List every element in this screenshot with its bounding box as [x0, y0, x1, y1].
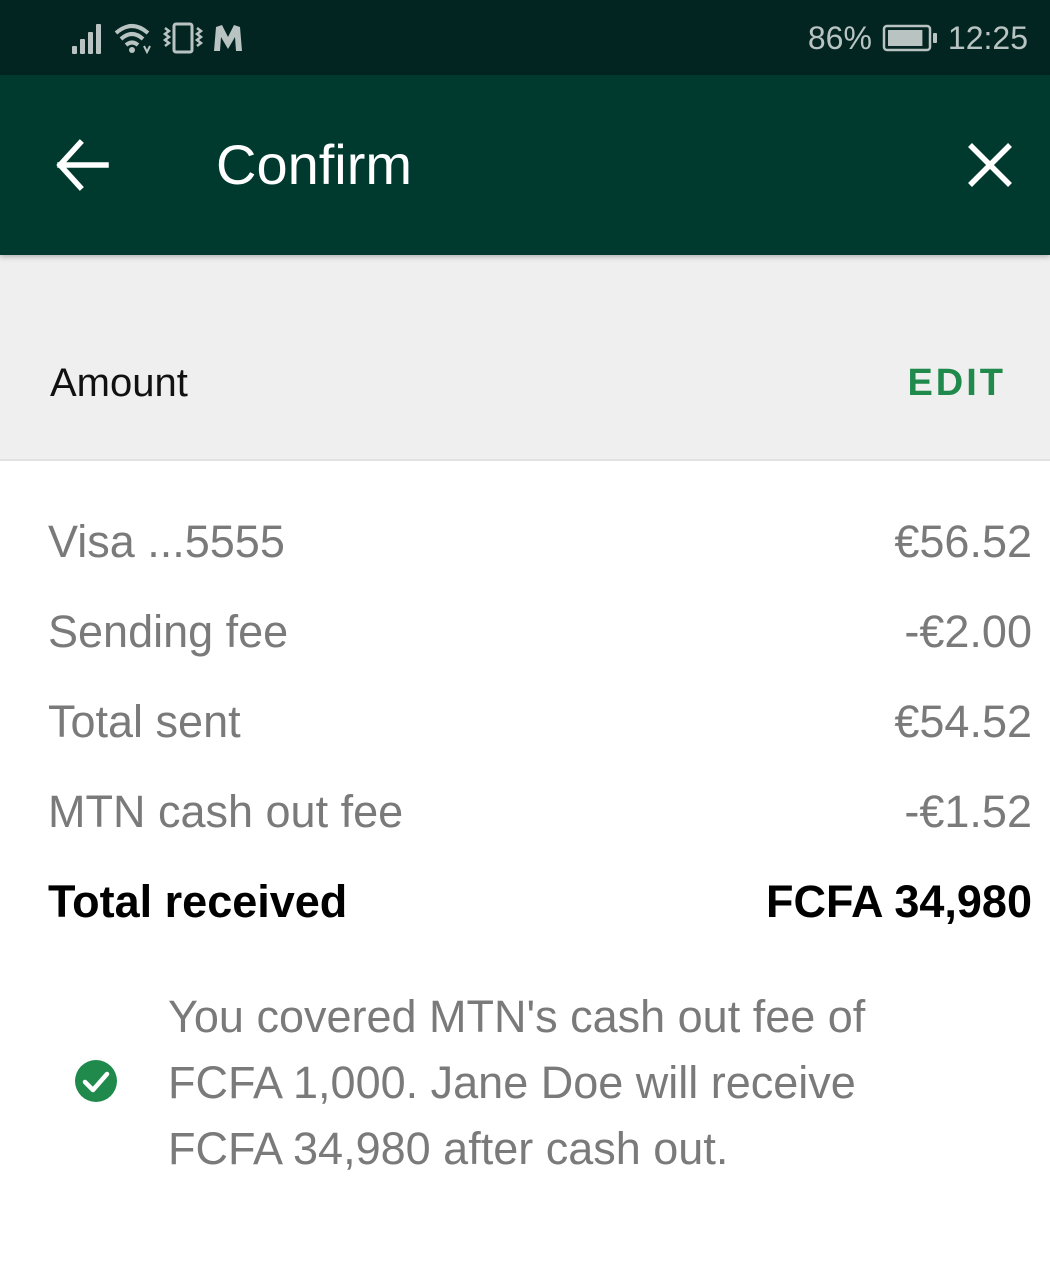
status-icons — [72, 20, 244, 56]
note-text: You covered MTN's cash out fee of FCFA 1… — [168, 991, 866, 1174]
breakdown-row-sending-fee: Sending fee -€2.00 — [0, 586, 1050, 676]
status-right: 86% 12:25 — [808, 16, 1028, 60]
row-value: FCFA 34,980 — [766, 876, 1032, 927]
breakdown-row-card: Visa ...5555 €56.52 — [0, 496, 1050, 586]
back-button[interactable] — [50, 135, 116, 195]
row-value: €54.52 — [894, 696, 1032, 747]
edit-amount-button[interactable]: EDIT — [907, 357, 1006, 409]
breakdown-row-total-received: Total received FCFA 34,980 — [0, 856, 1050, 946]
battery-percent: 86% — [807, 19, 872, 56]
breakdown-row-total-sent: Total sent €54.52 — [0, 676, 1050, 766]
row-label: Total received — [48, 876, 348, 927]
row-value: -€2.00 — [904, 606, 1032, 657]
row-label: MTN cash out fee — [48, 786, 404, 837]
wifi-icon — [114, 22, 154, 54]
m-app-icon — [212, 23, 244, 53]
status-bar: 86% 12:25 — [0, 0, 1050, 75]
breakdown-row-cash-out-fee: MTN cash out fee -€1.52 — [0, 766, 1050, 856]
close-icon — [958, 143, 1022, 201]
row-value: €56.52 — [894, 516, 1032, 567]
row-label: Total sent — [48, 696, 241, 747]
row-label: Sending fee — [48, 606, 289, 657]
arrow-left-icon — [50, 139, 116, 199]
row-label: Visa ...5555 — [48, 516, 285, 567]
signal-icon — [72, 22, 106, 54]
row-value: -€1.52 — [904, 786, 1032, 837]
clock: 12:25 — [947, 19, 1028, 56]
amount-section-header: Amount EDIT — [0, 255, 1050, 461]
page-title: Confirm — [216, 133, 413, 196]
close-button[interactable] — [958, 133, 1022, 197]
vibrate-icon — [162, 22, 204, 54]
check-circle-icon — [74, 1059, 118, 1103]
app-bar: Confirm — [0, 75, 1050, 255]
amount-breakdown: Visa ...5555 €56.52 Sending fee -€2.00 T… — [0, 496, 1050, 946]
fee-covered-note: You covered MTN's cash out fee of FCFA 1… — [0, 980, 1050, 1180]
battery-icon — [882, 23, 938, 53]
amount-label: Amount — [50, 361, 188, 405]
